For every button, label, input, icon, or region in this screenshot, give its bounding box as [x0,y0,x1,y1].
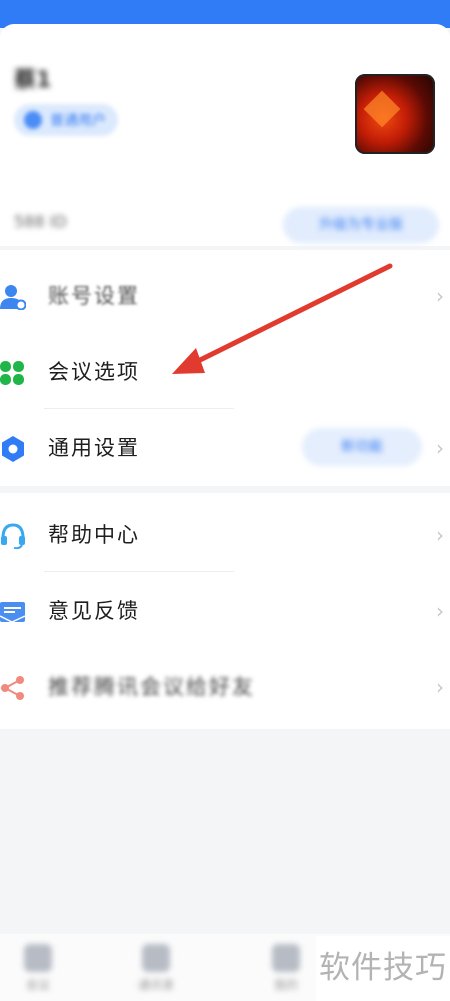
contacts-tab-icon [142,944,170,972]
tab-label: 会议 [25,978,50,992]
tab-label: 我的 [273,978,298,992]
annotation-arrow [172,263,393,374]
tab-contacts[interactable]: 通讯录 [126,944,186,994]
watermark: 软件技巧 [316,936,450,1001]
me-tab-icon [272,944,300,972]
tab-meetings[interactable]: 会议 [8,944,68,994]
meeting-tab-icon [24,944,52,972]
tab-me[interactable]: 我的 [256,944,316,994]
tab-label: 通讯录 [137,978,174,992]
